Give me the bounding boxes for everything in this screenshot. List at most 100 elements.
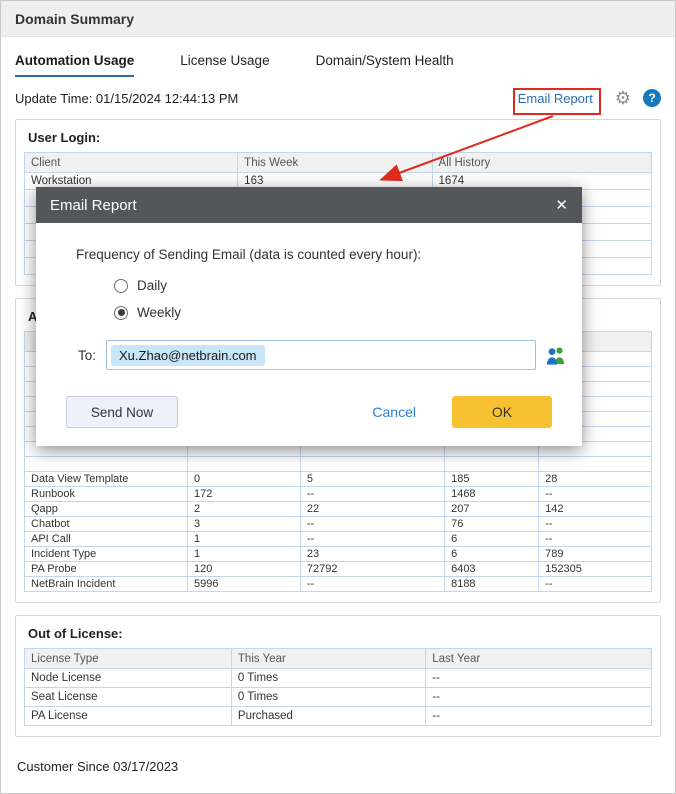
table-cell: Runbook: [25, 487, 188, 502]
user-login-title: User Login:: [28, 130, 652, 145]
column-header-this-year: This Year: [231, 649, 425, 669]
table-cell: --: [539, 577, 652, 592]
frequency-label: Frequency of Sending Email (data is coun…: [76, 247, 582, 262]
table-cell: 207: [445, 502, 539, 517]
column-header-all-history: All History: [432, 153, 651, 173]
table-cell: 172: [188, 487, 301, 502]
table-cell: --: [426, 669, 652, 688]
table-cell: Chatbot: [25, 517, 188, 532]
recipient-chip[interactable]: Xu.Zhao@netbrain.com: [111, 345, 265, 366]
email-report-link[interactable]: Email Report: [518, 91, 593, 106]
recipient-row: To: Xu.Zhao@netbrain.com: [78, 340, 582, 370]
table-cell: --: [539, 532, 652, 547]
table-cell: --: [539, 487, 652, 502]
ok-button[interactable]: OK: [452, 396, 552, 428]
table-row: Qapp222207142: [25, 502, 652, 517]
table-row: Chatbot3--76--: [25, 517, 652, 532]
table-cell: 142: [539, 502, 652, 517]
toolbar: Update Time: 01/15/2024 12:44:13 PM Emai…: [1, 77, 675, 119]
radio-icon-weekly-selected[interactable]: [114, 306, 128, 320]
column-header-license-type: License Type: [25, 649, 232, 669]
table-cell: PA Probe: [25, 562, 188, 577]
table-cell: 789: [539, 547, 652, 562]
table-cell: 120: [188, 562, 301, 577]
gear-icon[interactable]: ⚙: [615, 89, 631, 107]
table-row: Incident Type1236789: [25, 547, 652, 562]
send-now-button[interactable]: Send Now: [66, 396, 178, 428]
table-cell: 76: [445, 517, 539, 532]
radio-icon-daily[interactable]: [114, 279, 128, 293]
tab-bar: Automation Usage License Usage Domain/Sy…: [1, 37, 675, 77]
radio-option-daily[interactable]: Daily: [114, 278, 582, 293]
dialog-title: Email Report: [50, 197, 137, 214]
column-header-this-week: This Week: [238, 153, 432, 173]
tab-domain-system-health[interactable]: Domain/System Health: [316, 53, 454, 77]
column-header-client: Client: [25, 153, 238, 173]
out-of-license-section: Out of License: License Type This Year L…: [15, 615, 661, 737]
table-cell: 5: [300, 472, 444, 487]
table-cell: 6: [445, 547, 539, 562]
table-cell: 72792: [300, 562, 444, 577]
table-cell: 1: [188, 532, 301, 547]
table-row: Runbook172--1468--: [25, 487, 652, 502]
tab-automation-usage[interactable]: Automation Usage: [15, 53, 134, 77]
help-icon[interactable]: ?: [643, 89, 661, 107]
update-time-label: Update Time: 01/15/2024 12:44:13 PM: [15, 91, 238, 106]
table-cell: 23: [300, 547, 444, 562]
table-cell: --: [300, 487, 444, 502]
table-cell: Seat License: [25, 688, 232, 707]
table-cell: 0: [188, 472, 301, 487]
table-cell: Incident Type: [25, 547, 188, 562]
cancel-button[interactable]: Cancel: [372, 404, 416, 420]
table-cell: 3: [188, 517, 301, 532]
table-cell: --: [426, 707, 652, 726]
window-title-bar: Domain Summary: [1, 1, 675, 37]
table-row: Seat License0 Times--: [25, 688, 652, 707]
select-users-icon[interactable]: [545, 346, 567, 365]
table-row: PA LicensePurchased--: [25, 707, 652, 726]
radio-label-weekly[interactable]: Weekly: [137, 305, 181, 320]
table-cell: [300, 457, 444, 472]
table-cell: NetBrain Incident: [25, 577, 188, 592]
customer-since-label: Customer Since 03/17/2023: [1, 749, 675, 774]
table-cell: --: [300, 517, 444, 532]
table-row: API Call1--6--: [25, 532, 652, 547]
table-header-row: Client This Week All History: [25, 153, 652, 173]
radio-option-weekly[interactable]: Weekly: [114, 305, 582, 320]
to-label: To:: [78, 348, 96, 363]
table-row: PA Probe120727926403152305: [25, 562, 652, 577]
table-cell: --: [300, 577, 444, 592]
table-cell: 22: [300, 502, 444, 517]
table-row-obscured: [25, 457, 652, 472]
out-of-license-title: Out of License:: [28, 626, 652, 641]
table-cell: 6403: [445, 562, 539, 577]
table-cell: [188, 457, 301, 472]
dialog-title-bar: Email Report ✕: [36, 187, 582, 223]
email-report-dialog: Email Report ✕ Frequency of Sending Emai…: [36, 187, 582, 446]
table-cell: Qapp: [25, 502, 188, 517]
table-cell: Node License: [25, 669, 232, 688]
table-row: Node License0 Times--: [25, 669, 652, 688]
table-cell: --: [300, 532, 444, 547]
table-row: NetBrain Incident5996--8188--: [25, 577, 652, 592]
table-cell: 0 Times: [231, 669, 425, 688]
table-cell: 2: [188, 502, 301, 517]
table-cell: API Call: [25, 532, 188, 547]
table-cell: [539, 457, 652, 472]
tab-license-usage[interactable]: License Usage: [180, 53, 269, 77]
table-cell: PA License: [25, 707, 232, 726]
table-cell: [25, 457, 188, 472]
recipient-input[interactable]: Xu.Zhao@netbrain.com: [106, 340, 536, 370]
dialog-body: Frequency of Sending Email (data is coun…: [36, 247, 582, 446]
table-cell: [445, 457, 539, 472]
radio-label-daily[interactable]: Daily: [137, 278, 167, 293]
table-cell: 1468: [445, 487, 539, 502]
out-of-license-table: License Type This Year Last Year Node Li…: [24, 648, 652, 726]
table-cell: Purchased: [231, 707, 425, 726]
table-header-row: License Type This Year Last Year: [25, 649, 652, 669]
table-cell: 8188: [445, 577, 539, 592]
table-cell: 0 Times: [231, 688, 425, 707]
table-cell: 152305: [539, 562, 652, 577]
close-icon[interactable]: ✕: [555, 196, 568, 214]
table-cell: 28: [539, 472, 652, 487]
